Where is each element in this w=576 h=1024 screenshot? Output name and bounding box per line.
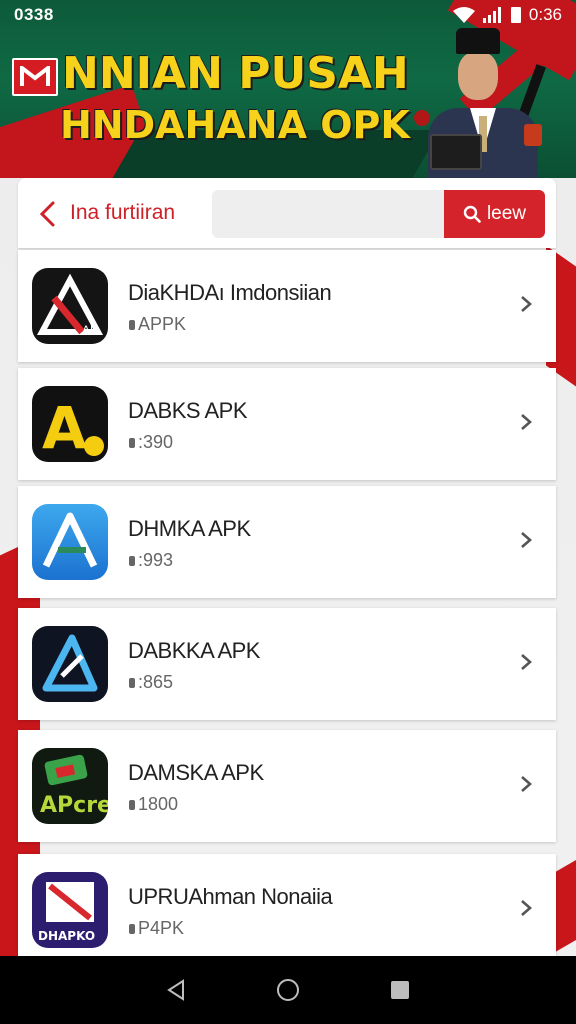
app-sub-text: :865 <box>138 672 174 692</box>
app-name: DABKKA APK <box>128 638 260 663</box>
m-logo-icon <box>20 66 50 86</box>
app-sub-text: :993 <box>138 550 174 570</box>
tag-icon <box>129 923 135 934</box>
app-name: DiaKHDAı Imdonsiian <box>128 280 332 305</box>
dhapk-purple-icon: DHAPKO <box>32 872 108 948</box>
search-button-label: leew <box>486 203 527 224</box>
presenter-hat <box>456 28 500 54</box>
microphone-icon <box>414 110 430 126</box>
ak-icon-text: AK <box>82 323 98 337</box>
list-item[interactable]: DHMKA APK :993 <box>18 486 556 598</box>
app-name: UPRUAhman Nonaiia <box>128 884 333 909</box>
chevron-right-icon <box>521 654 532 670</box>
headline-line-1: NNIAN PUSAH <box>62 48 409 99</box>
app-sub: :993 <box>128 550 173 571</box>
tag-icon <box>129 437 135 448</box>
apk-icon-text: APcre <box>40 793 108 818</box>
app-sub-text: :390 <box>138 432 174 452</box>
headline-line-2: HNDAHANA OPK <box>60 103 410 147</box>
back-button[interactable] <box>36 201 58 227</box>
app-sub: :390 <box>128 432 173 453</box>
banner-headline: NNIAN PUSAH HNDAHANA OPK <box>60 48 410 147</box>
status-icons: 0:36 <box>452 5 562 25</box>
nav-back-button[interactable] <box>163 977 189 1003</box>
square-recents-icon <box>391 981 409 999</box>
app-sub: APPK <box>128 314 186 335</box>
a-yellow-glyph: A <box>42 394 104 462</box>
a-blue-icon <box>32 504 108 580</box>
status-time-right: 0:36 <box>528 5 562 24</box>
tag-icon <box>129 555 135 566</box>
search-button[interactable]: leew <box>444 190 545 238</box>
a-yellow-text: A <box>42 394 87 462</box>
chevron-right-icon <box>521 296 532 312</box>
app-sub-text: P4PK <box>138 918 185 938</box>
apk-green-icon: APcre <box>32 748 108 824</box>
signal-icon <box>482 7 501 23</box>
a-blue-glyph <box>42 512 98 568</box>
brand-logo <box>12 58 58 96</box>
list-item[interactable]: AK DiaKHDAı Imdonsiian APPK <box>18 250 556 362</box>
app-name: DHMKA APK <box>128 516 251 541</box>
presenter-face <box>458 52 498 100</box>
wifi-icon <box>452 7 475 23</box>
app-sub: :865 <box>128 672 173 693</box>
system-nav-bar <box>0 956 576 1024</box>
app-sub-text: 1800 <box>138 794 179 814</box>
battery-icon <box>510 7 521 23</box>
triangle-back-icon <box>167 979 184 1001</box>
nav-recents-button[interactable] <box>387 977 413 1003</box>
app-name: DABKS APK <box>128 398 248 423</box>
search-title: Ina furtiiran <box>70 201 176 224</box>
list-item[interactable]: DABKKA APK :865 <box>18 608 556 720</box>
ak-black-icon: AK <box>32 268 108 344</box>
tag-icon <box>129 799 135 810</box>
dhapk-icon-text: DHAPKO <box>38 929 95 943</box>
circle-home-icon <box>277 979 299 1001</box>
app-sub: P4PK <box>128 918 184 939</box>
a-dark-blue-icon <box>32 626 108 702</box>
app-sub: 1800 <box>128 794 178 815</box>
search-icon <box>463 205 481 223</box>
tag-icon <box>129 319 135 330</box>
chevron-right-icon <box>521 414 532 430</box>
app-name: DAMSKA APK <box>128 760 264 785</box>
chevron-left-icon <box>39 201 55 227</box>
badge-icon <box>524 124 542 146</box>
a-dark-blue-glyph <box>42 634 98 692</box>
app-sub-text: APPK <box>138 314 187 334</box>
tag-icon <box>129 677 135 688</box>
search-header: Ina furtiiran leew <box>18 178 556 248</box>
ak-black-glyph: AK <box>36 273 104 337</box>
list-item[interactable]: A DABKS APK :390 <box>18 368 556 480</box>
header-banner: 0338 0:36 NNIAN PUSAH HNDAHANA OPK <box>0 0 576 178</box>
nav-home-button[interactable] <box>275 977 301 1003</box>
chevron-right-icon <box>521 900 532 916</box>
list-item[interactable]: DHAPKO UPRUAhman Nonaiia P4PK <box>18 854 556 956</box>
chevron-right-icon <box>521 776 532 792</box>
list-item[interactable]: APcre DAMSKA APK 1800 <box>18 730 556 842</box>
laptop-icon <box>430 134 482 170</box>
apk-green-glyph: APcre <box>40 754 108 818</box>
presenter-image <box>400 24 560 178</box>
chevron-right-icon <box>521 532 532 548</box>
status-time-left: 0338 <box>14 5 54 24</box>
a-yellow-icon: A <box>32 386 108 462</box>
dhapk-purple-glyph: DHAPKO <box>38 882 95 943</box>
app-list-card: Ina furtiiran leew AK DiaKHDAı Imdonsiia… <box>18 178 556 956</box>
search-input[interactable] <box>212 190 444 238</box>
